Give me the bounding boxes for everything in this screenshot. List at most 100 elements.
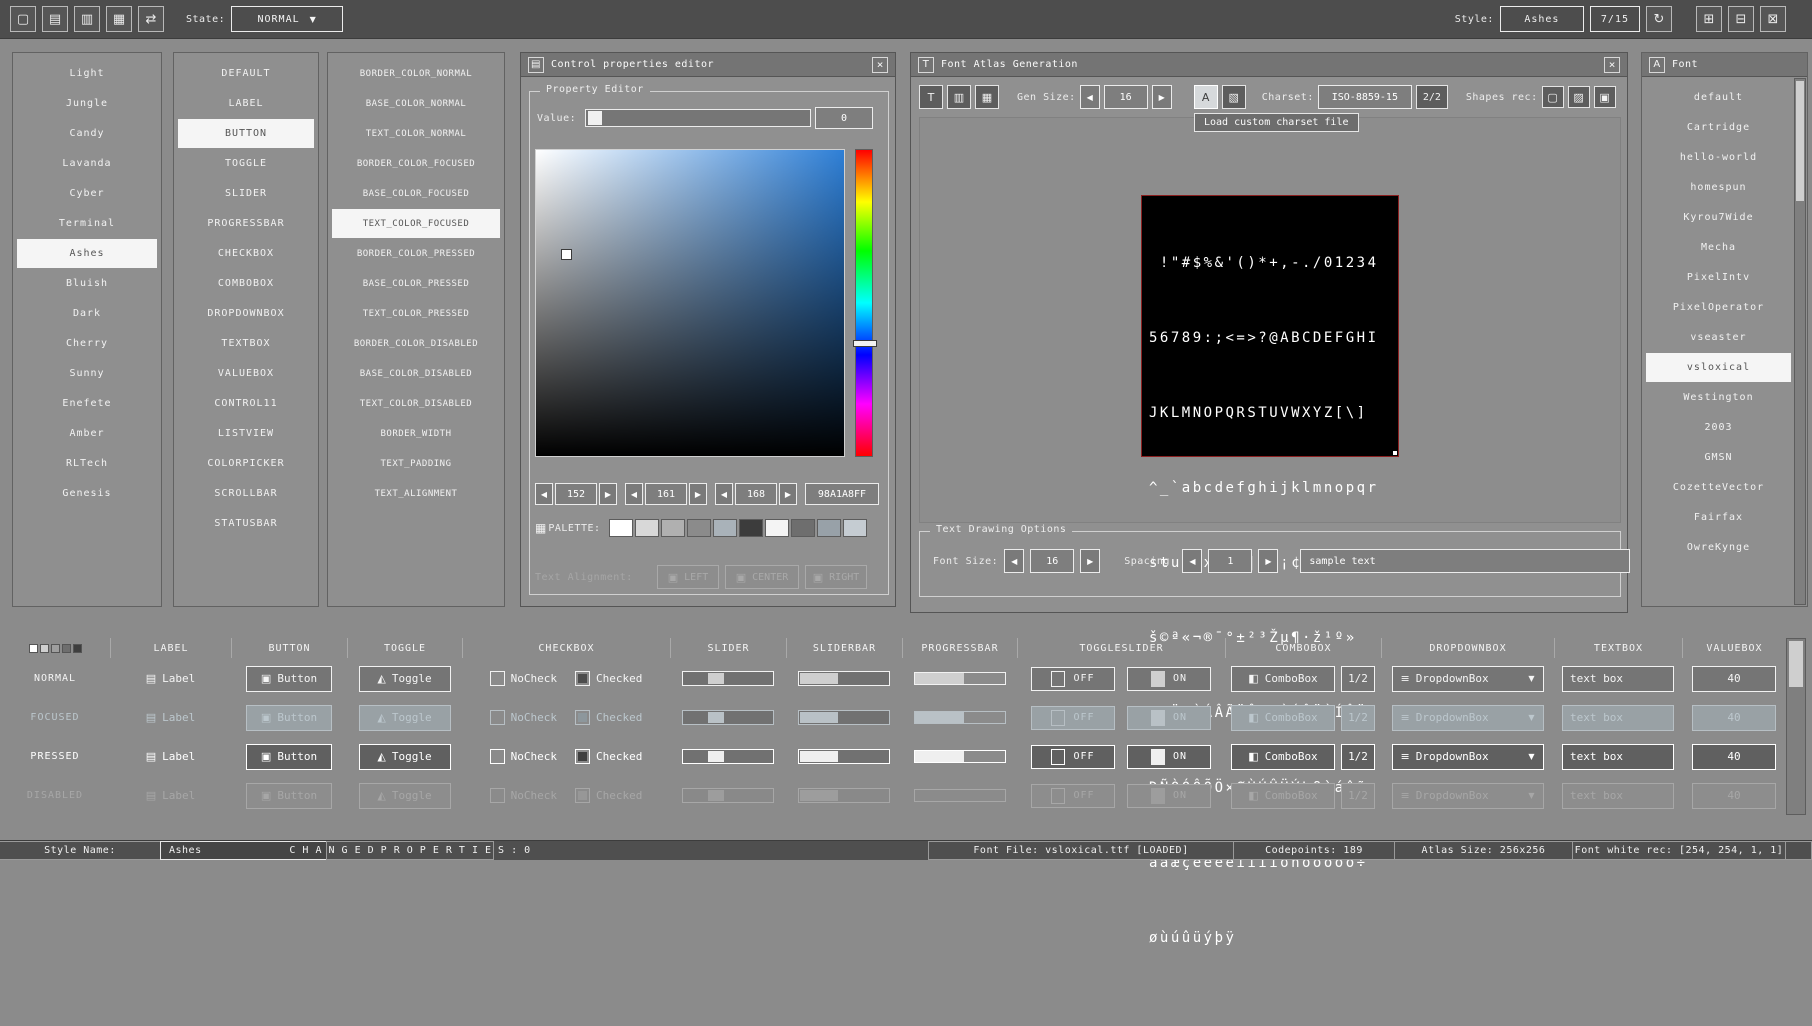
sample-checkbox-on[interactable]: Checked [575, 671, 642, 686]
palette-swatch-10[interactable] [843, 519, 867, 537]
prop-item-text-color-disabled[interactable]: TEXT_COLOR_DISABLED [332, 389, 500, 418]
font-size-decrease-button[interactable]: ◀ [1004, 549, 1024, 573]
state-dropdown[interactable]: NORMAL ▼ [231, 6, 343, 32]
sample-button[interactable]: ▣Button [246, 705, 332, 731]
style-item-sunny[interactable]: Sunny [17, 359, 157, 388]
font-item-cartridge[interactable]: Cartridge [1646, 113, 1791, 142]
prop-item-border-color-disabled[interactable]: BORDER_COLOR_DISABLED [332, 329, 500, 358]
style-item-rltech[interactable]: RLTech [17, 449, 157, 478]
style-item-enefete[interactable]: Enefete [17, 389, 157, 418]
prop-item-border-color-pressed[interactable]: BORDER_COLOR_PRESSED [332, 239, 500, 268]
sample-checkbox-off[interactable]: NoCheck [490, 671, 557, 686]
sample-toggleslider-on[interactable]: ON [1127, 745, 1211, 769]
blue-decrease-button[interactable]: ◀ [715, 483, 733, 505]
align-right-button[interactable]: ▣RIGHT [805, 565, 867, 589]
sample-button[interactable]: ▣Button [246, 666, 332, 692]
reload-style-button[interactable]: ↻ [1646, 6, 1672, 32]
red-value-box[interactable]: 152 [555, 483, 597, 505]
control-item-button[interactable]: BUTTON [178, 119, 314, 148]
sample-button[interactable]: ▣Button [246, 744, 332, 770]
spacing-increase-button[interactable]: ▶ [1258, 549, 1278, 573]
scrollbar-handle[interactable] [1789, 641, 1803, 687]
font-item-pixeloperator[interactable]: PixelOperator [1646, 293, 1791, 322]
charset-value-box[interactable]: ISO-8859-15 [1318, 85, 1412, 109]
palette-swatch-3[interactable] [661, 519, 685, 537]
style-item-candy[interactable]: Candy [17, 119, 157, 148]
prop-item-text-alignment[interactable]: TEXT_ALIGNMENT [332, 479, 500, 508]
control-item-toggle[interactable]: TOGGLE [178, 149, 314, 178]
font-item-owrekynge[interactable]: OwreKynge [1646, 533, 1791, 562]
control-item-textbox[interactable]: TEXTBOX [178, 329, 314, 358]
properties-window-titlebar[interactable]: ▤ Control properties editor × [521, 53, 895, 77]
sample-dropdownbox[interactable]: ≡DropdownBox▼ [1392, 666, 1544, 692]
close-atlas-button[interactable]: × [1604, 57, 1620, 73]
charset-pages-button[interactable]: 2/2 [1416, 85, 1448, 109]
new-style-button[interactable]: ▢ [10, 6, 36, 32]
sample-checkbox-off[interactable]: NoCheck [490, 749, 557, 764]
style-name-box[interactable]: Ashes [1500, 6, 1584, 32]
control-item-progressbar[interactable]: PROGRESSBAR [178, 209, 314, 238]
shapes-fill-rec-button[interactable]: ▨ [1568, 86, 1590, 108]
blue-value-box[interactable]: 168 [735, 483, 777, 505]
font-atlas-image[interactable]: !"#$%&'()*+,-./01234 56789:;<=>?@ABCDEFG… [1141, 195, 1399, 457]
sample-checkbox-off[interactable]: NoCheck [490, 710, 557, 725]
style-item-cyber[interactable]: Cyber [17, 179, 157, 208]
font-item-kyrou7wide[interactable]: Kyrou7Wide [1646, 203, 1791, 232]
font-item-mecha[interactable]: Mecha [1646, 233, 1791, 262]
font-window-button[interactable]: ⊟ [1728, 6, 1754, 32]
shapes-white-rec-button[interactable]: ▢ [1542, 86, 1564, 108]
scrollbar-handle[interactable] [1796, 81, 1804, 201]
font-item-default[interactable]: default [1646, 83, 1791, 112]
red-decrease-button[interactable]: ◀ [535, 483, 553, 505]
control-item-label[interactable]: LABEL [178, 89, 314, 118]
palette-swatch-4[interactable] [687, 519, 711, 537]
font-item-hello-world[interactable]: hello-world [1646, 143, 1791, 172]
sample-slider[interactable] [682, 710, 774, 725]
gen-size-decrease-button[interactable]: ◀ [1080, 85, 1100, 109]
palette-swatch-6[interactable] [739, 519, 763, 537]
sample-toggleslider-on[interactable]: ON [1127, 667, 1211, 691]
palette-swatch-9[interactable] [817, 519, 841, 537]
slider-handle[interactable] [708, 673, 724, 684]
sample-combobox[interactable]: ◧ComboBox [1231, 666, 1335, 692]
style-index-box[interactable]: 7/15 [1590, 6, 1640, 32]
sample-textbox[interactable]: text box [1562, 666, 1674, 692]
font-item-vseaster[interactable]: vseaster [1646, 323, 1791, 352]
red-increase-button[interactable]: ▶ [599, 483, 617, 505]
prop-item-base-color-focused[interactable]: BASE_COLOR_FOCUSED [332, 179, 500, 208]
prop-item-text-color-pressed[interactable]: TEXT_COLOR_PRESSED [332, 299, 500, 328]
exit-button[interactable]: ⊠ [1760, 6, 1786, 32]
style-item-light[interactable]: Light [17, 59, 157, 88]
blue-increase-button[interactable]: ▶ [779, 483, 797, 505]
sample-valuebox[interactable]: 40 [1692, 705, 1776, 731]
gen-size-value-box[interactable]: 16 [1104, 85, 1148, 109]
style-item-jungle[interactable]: Jungle [17, 89, 157, 118]
style-item-genesis[interactable]: Genesis [17, 479, 157, 508]
sample-dropdownbox[interactable]: ≡DropdownBox▼ [1392, 744, 1544, 770]
sample-toggleslider-off[interactable]: OFF [1031, 667, 1115, 691]
hue-handle[interactable] [853, 340, 877, 347]
font-item-cozettevector[interactable]: CozetteVector [1646, 473, 1791, 502]
style-item-lavanda[interactable]: Lavanda [17, 149, 157, 178]
shapes-outline-rec-button[interactable]: ▣ [1594, 86, 1616, 108]
style-item-ashes[interactable]: Ashes [17, 239, 157, 268]
control-item-colorpicker[interactable]: COLORPICKER [178, 449, 314, 478]
prop-item-base-color-pressed[interactable]: BASE_COLOR_PRESSED [332, 269, 500, 298]
prop-item-text-color-normal[interactable]: TEXT_COLOR_NORMAL [332, 119, 500, 148]
prop-item-text-padding[interactable]: TEXT_PADDING [332, 449, 500, 478]
atlas-window-titlebar[interactable]: T Font Atlas Generation × [911, 53, 1627, 77]
sample-valuebox[interactable]: 40 [1692, 744, 1776, 770]
table-scrollbar[interactable] [1786, 638, 1806, 815]
font-size-value-box[interactable]: 16 [1030, 549, 1074, 573]
load-charset-button[interactable]: A [1194, 85, 1218, 109]
sample-valuebox[interactable]: 40 [1692, 666, 1776, 692]
atlas-view-button[interactable]: ▥ [947, 85, 971, 109]
palette-swatch-8[interactable] [791, 519, 815, 537]
align-left-button[interactable]: ▣LEFT [657, 565, 719, 589]
sample-checkbox-on[interactable]: Checked [575, 749, 642, 764]
prop-item-border-width[interactable]: BORDER_WIDTH [332, 419, 500, 448]
sample-slider[interactable] [682, 749, 774, 764]
sample-slider[interactable] [682, 671, 774, 686]
sample-toggleslider-on[interactable]: ON [1127, 706, 1211, 730]
sample-sliderbar[interactable] [798, 671, 890, 686]
